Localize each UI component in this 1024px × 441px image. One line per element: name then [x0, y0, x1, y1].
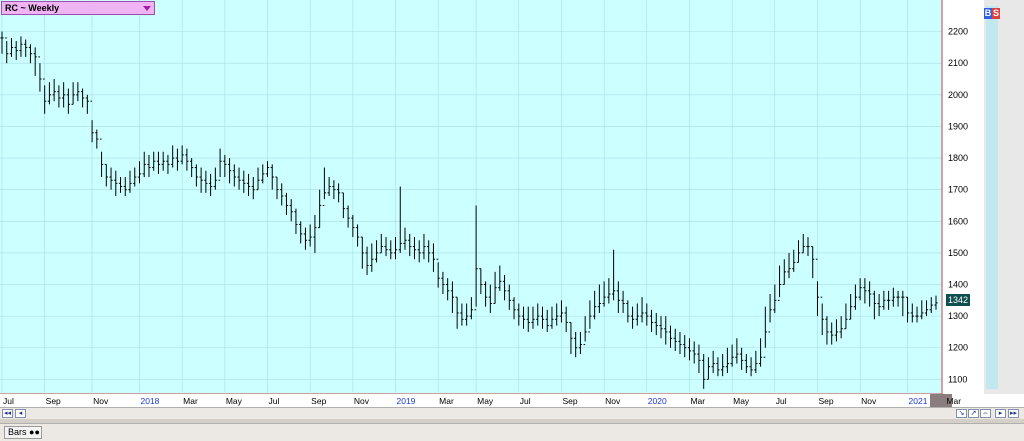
right-scroll-track[interactable]	[986, 6, 998, 389]
status-bar: Bars ●●	[0, 423, 1024, 441]
date-tick-label: Mar	[946, 396, 961, 406]
chart-canvas[interactable]: 1100 1200 1300 1400 1500 1600 1700 1800 1900 2000…	[0, 0, 1024, 441]
price-tick-label: 1200	[948, 343, 968, 353]
date-tick-label: Jul	[520, 396, 531, 406]
price-tick-label: 2000	[948, 90, 968, 100]
date-tick-label: Nov	[354, 396, 370, 406]
date-tick-label: Nov	[605, 396, 621, 406]
fit-chart-icon[interactable]: ⇔	[980, 409, 991, 418]
chart-style-label: Bars	[8, 427, 27, 437]
chart-style-tab[interactable]: Bars ●●	[4, 426, 42, 439]
date-tick-label: Mar	[439, 396, 454, 406]
price-tick-label: 1400	[948, 280, 968, 290]
price-tick-label: 1800	[948, 153, 968, 163]
date-tick-label: Sep	[311, 396, 326, 406]
scroll-first-icon[interactable]: ◂◂	[2, 409, 13, 418]
buy-button[interactable]: B	[984, 8, 992, 19]
last-price-tag: 1342	[946, 294, 970, 306]
price-tick-label: 1500	[948, 248, 968, 258]
sell-button[interactable]: S	[992, 8, 1000, 19]
price-tick-label: 1600	[948, 216, 968, 226]
date-tick-label: Mar	[690, 396, 705, 406]
date-tick-label: Mar	[183, 396, 198, 406]
price-tick-label: 1700	[948, 185, 968, 195]
date-tick-label: May	[733, 396, 750, 406]
date-tick-label: Nov	[861, 396, 877, 406]
date-tick-label: Jul	[269, 396, 280, 406]
date-tick-label: 2019	[397, 396, 416, 406]
date-tick-label: 2021	[909, 396, 928, 406]
plot-area[interactable]	[0, 0, 942, 394]
price-tick-label: 1900	[948, 121, 968, 131]
chart-window: 1100 1200 1300 1400 1500 1600 1700 1800 1900 2000…	[0, 0, 1024, 441]
symbol-title: RC ~ Weekly	[5, 3, 60, 13]
symbol-selector[interactable]: RC ~ Weekly	[1, 1, 155, 15]
zoom-in-icon[interactable]: ↗	[968, 409, 979, 418]
date-tick-label: May	[477, 396, 494, 406]
date-tick-label: Sep	[562, 396, 577, 406]
price-tick-label: 2200	[948, 27, 968, 37]
date-tick-label: Jul	[776, 396, 787, 406]
zoom-out-icon[interactable]: ↘	[956, 409, 967, 418]
price-tick-label: 2100	[948, 58, 968, 68]
date-tick-label: Jul	[3, 396, 14, 406]
price-tick-label: 1100	[948, 374, 967, 384]
scroll-right-icon[interactable]: ▸	[995, 409, 1006, 418]
scroll-last-icon[interactable]: ▸▸	[1008, 409, 1019, 418]
date-tick-label: May	[226, 396, 243, 406]
price-tick-label: 1300	[948, 311, 968, 321]
date-tick-label: Sep	[46, 396, 61, 406]
buy-sell-buttons: BS	[984, 8, 1000, 19]
date-tick-label: Nov	[93, 396, 109, 406]
navigation-bar: ◂◂ ◂ ↘ ↗ ⇔ ▸ ▸▸	[0, 407, 1024, 419]
chart-style-icon: ●●	[29, 427, 40, 437]
date-axis-labels: Jul Sep Nov 2018 Mar May Jul Sep Nov 2019 Mar May Ju…	[3, 396, 961, 406]
dropdown-arrow-icon[interactable]	[143, 6, 151, 11]
date-tick-label: Sep	[818, 396, 833, 406]
date-tick-label: 2018	[140, 396, 159, 406]
date-tick-label: 2020	[648, 396, 667, 406]
scroll-left-icon[interactable]: ◂	[15, 409, 26, 418]
